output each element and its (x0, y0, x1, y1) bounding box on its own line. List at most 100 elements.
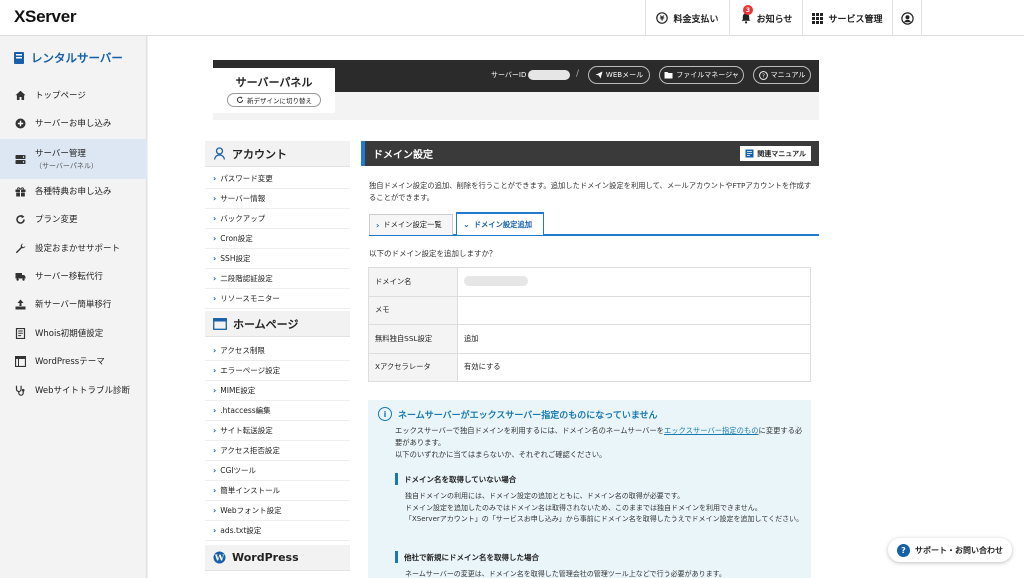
row-label: 無料独自SSL設定 (368, 324, 458, 354)
sidebar-item-server-transfer[interactable]: サーバー移転代行 (0, 267, 147, 285)
nav-link-label: Cron設定 (220, 234, 253, 243)
notice-text: 以下のいずれかに当てはまらないか、それぞれご確認ください。 (395, 450, 607, 459)
webmail-button[interactable]: WEBメール (588, 66, 650, 84)
xserver-logo[interactable]: XServer (14, 7, 76, 27)
nav-link-ssh[interactable]: › SSH設定 (205, 249, 350, 269)
sidebar-item-site-diagnosis[interactable]: Webサイトトラブル診断 (0, 381, 147, 399)
sidebar-item-label: プラン変更 (35, 215, 78, 225)
intro-text: 独自ドメイン設定の追加、削除を行うことができます。追加したドメイン設定を利用して… (369, 181, 812, 202)
layout-icon (15, 355, 26, 367)
file-manager-button[interactable]: ファイルマネージャ (659, 66, 744, 84)
tab-domain-list[interactable]: › ドメイン設定一覧 (369, 214, 453, 235)
notice-text: 「XServerアカウント」の「サービスお申し込み」から事前にドメイン名を取得し… (405, 515, 804, 523)
nav-link-ads-txt[interactable]: › ads.txt設定 (205, 521, 350, 541)
new-design-toggle-button[interactable]: 新デザインに切り替え (227, 93, 321, 107)
sidebar-item-whois[interactable]: Whois初期値設定 (0, 324, 147, 342)
manual-button[interactable]: ? マニュアル (753, 66, 811, 84)
chevron-right-icon: › (213, 254, 217, 263)
table-row: Xアクセラレータ 有効にする (368, 352, 811, 382)
nameserver-link[interactable]: エックスサーバー指定のもの (664, 426, 759, 435)
nav-link-two-factor[interactable]: › 二段階認証設定 (205, 269, 350, 289)
support-contact-button[interactable]: ? サポート・お問い合わせ (888, 538, 1012, 562)
related-manual-label: 関連マニュアル (757, 149, 806, 158)
wordpress-section-title: WordPress (232, 551, 299, 564)
server-icon (15, 154, 26, 165)
payment-button[interactable]: ¥ 料金支払い (645, 0, 729, 36)
sidebar-item-server-order[interactable]: サーバーお申し込み (0, 114, 147, 132)
chevron-right-icon: › (213, 506, 217, 515)
chevron-right-icon: › (213, 426, 217, 435)
sidebar: レンタルサーバー トップページ サーバーお申し込み サーバー管理 （サーバーパネ… (0, 36, 147, 578)
book-icon (745, 149, 754, 158)
row-value (457, 295, 811, 325)
sidebar-item-wordpress-theme[interactable]: WordPressテーマ (0, 352, 147, 370)
notice-button[interactable]: 3 お知らせ (729, 0, 802, 36)
account-section-title: アカウント (232, 147, 287, 161)
nav-link-label: 二段階認証設定 (220, 274, 273, 283)
service-label: サービス管理 (828, 14, 883, 25)
info-icon: i (378, 407, 392, 421)
page-title: ドメイン設定 (373, 150, 433, 161)
chevron-right-icon: › (213, 294, 217, 303)
tab-label: ドメイン設定一覧 (383, 220, 442, 229)
nav-link-htaccess[interactable]: › .htaccess編集 (205, 401, 350, 421)
nav-link-server-info[interactable]: › サーバー情報 (205, 189, 350, 209)
row-label: ドメイン名 (368, 267, 458, 297)
sidebar-title-label: レンタルサーバー (31, 51, 123, 65)
chevron-right-icon: › (213, 446, 217, 455)
top-bar: XServer ¥ 料金支払い 3 お知らせ サービス管理 (0, 0, 1024, 36)
chevron-right-icon: › (213, 346, 217, 355)
domain-name-masked (464, 275, 528, 286)
notice-paragraph: エックスサーバーで独自ドメインを利用するには、ドメイン名のネームサーバーをエック… (395, 425, 805, 461)
wordpress-section-header: W WordPress (205, 545, 350, 571)
nav-link-password-change[interactable]: › パスワード変更 (205, 169, 350, 189)
panel-left-nav: アカウント › パスワード変更 › サーバー情報 › バックアップ › Cron設定 ›… (205, 141, 350, 578)
chevron-down-icon: ⌄ (463, 220, 470, 229)
nav-link-mime[interactable]: › MIME設定 (205, 381, 350, 401)
nav-link-access-restriction[interactable]: › アクセス制限 (205, 341, 350, 361)
nav-link-cron[interactable]: › Cron設定 (205, 229, 350, 249)
tab-domain-add[interactable]: ⌄ ドメイン設定追加 (456, 212, 544, 235)
nav-link-label: アクセス制限 (220, 346, 265, 355)
user-icon (900, 11, 914, 25)
service-management-button[interactable]: サービス管理 (802, 0, 892, 36)
related-manual-link[interactable]: 関連マニュアル (740, 146, 811, 161)
nav-link-backup[interactable]: › バックアップ (205, 209, 350, 229)
nav-link-site-redirect[interactable]: › サイト転送設定 (205, 421, 350, 441)
domain-settings-content: ドメイン設定 関連マニュアル 独自ドメイン設定の追加、削除を行うことができます。… (361, 141, 819, 578)
sidebar-item-label: サーバーお申し込み (35, 119, 112, 129)
sidebar-item-plan-change[interactable]: プラン変更 (0, 210, 147, 228)
row-label: Xアクセラレータ (368, 352, 458, 382)
sidebar-item-label: 新サーバー簡単移行 (35, 300, 112, 310)
folder-icon (664, 71, 673, 79)
payment-label: 料金支払い (673, 14, 719, 25)
sidebar-item-label: サーバー管理 (35, 149, 86, 159)
sidebar-title[interactable]: レンタルサーバー (14, 50, 123, 66)
nav-link-resource-monitor[interactable]: › リソースモニター (205, 289, 350, 309)
server-id-masked (528, 70, 571, 80)
sidebar-item-top[interactable]: トップページ (0, 86, 147, 104)
notice-title-text: ネームサーバーがエックスサーバー指定のものになっていません (398, 410, 658, 421)
nav-link-error-page[interactable]: › エラーページ設定 (205, 361, 350, 381)
account-button[interactable] (892, 0, 922, 36)
nav-link-label: Webフォント設定 (220, 506, 282, 515)
sidebar-item-benefits[interactable]: 各種特典お申し込み (0, 182, 147, 200)
nav-link-label: SSH設定 (220, 254, 251, 263)
person-icon (213, 147, 226, 160)
sidebar-item-easy-migration[interactable]: 新サーバー簡単移行 (0, 295, 147, 313)
support-label: サポート・お問い合わせ (915, 545, 1003, 555)
nav-link-cgi-tools[interactable]: › CGIツール (205, 461, 350, 481)
homepage-section-title: ホームページ (233, 317, 299, 331)
nav-link-easy-install[interactable]: › 簡単インストール (205, 481, 350, 501)
svg-text:¥: ¥ (660, 15, 665, 23)
nav-link-access-deny[interactable]: › アクセス拒否設定 (205, 441, 350, 461)
server-panel-title-box: サーバーパネル 新デザインに切り替え (213, 68, 335, 113)
nav-link-web-font[interactable]: › Webフォント設定 (205, 501, 350, 521)
row-value (457, 267, 811, 297)
table-row: ドメイン名 (368, 267, 811, 297)
sidebar-item-setting-support[interactable]: 設定おまかせサポート (0, 239, 147, 257)
nameserver-notice: i ネームサーバーがエックスサーバー指定のものになっていません エックスサーバー… (368, 400, 811, 578)
sidebar-item-server-management[interactable]: サーバー管理 （サーバーパネル） (0, 139, 147, 179)
nav-link-label: パスワード変更 (220, 174, 273, 183)
domain-settings-table: ドメイン名 メモ 無料独自SSL設定 追加 Xアクセラレータ 有効にする (368, 267, 811, 382)
